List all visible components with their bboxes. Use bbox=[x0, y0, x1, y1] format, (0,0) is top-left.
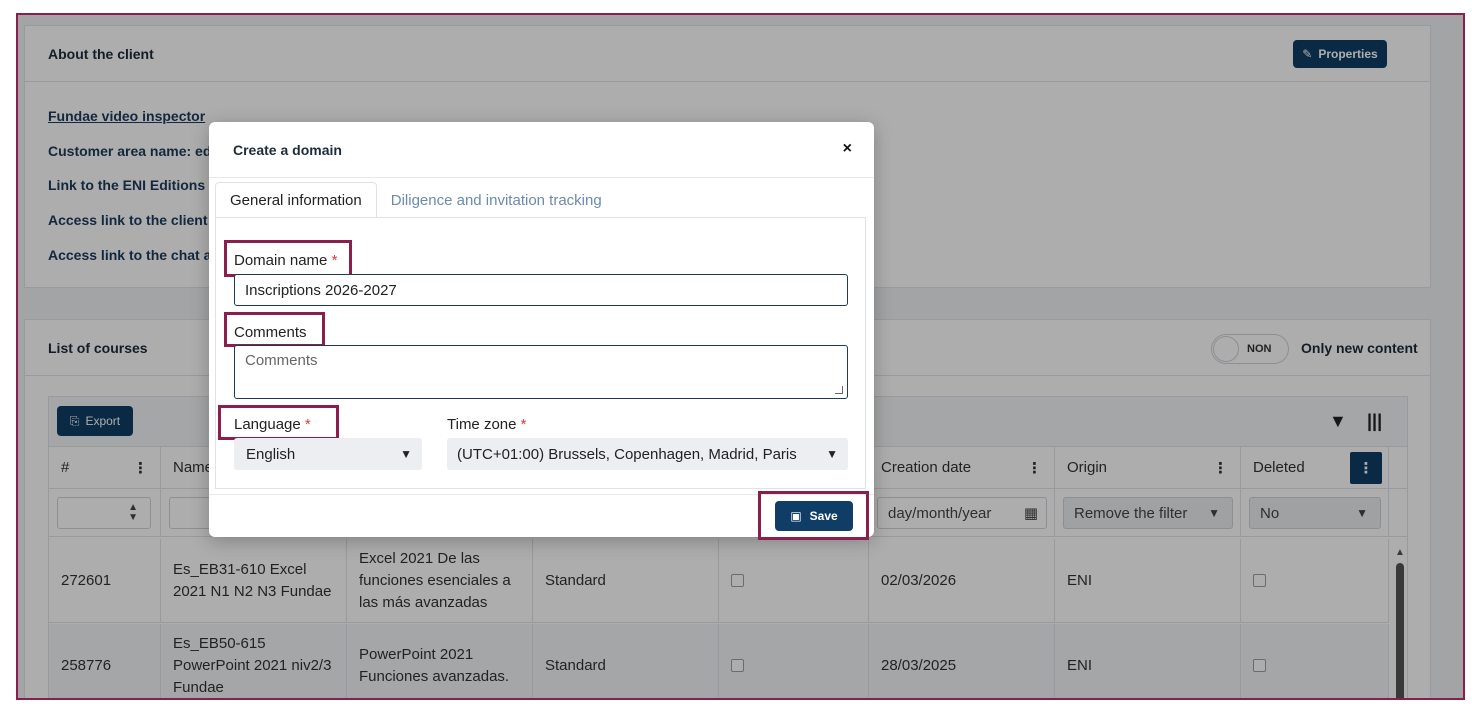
dialog-tabs: General information Diligence and invita… bbox=[215, 182, 616, 218]
language-value: English bbox=[246, 445, 296, 463]
language-select[interactable]: English ▼ bbox=[234, 438, 422, 470]
tab-panel: Domain name * Comments Comments Language… bbox=[215, 217, 866, 489]
chevron-down-icon: ▼ bbox=[826, 447, 838, 461]
highlight-box bbox=[224, 312, 325, 347]
tab-general-information[interactable]: General information bbox=[215, 182, 377, 218]
highlight-box bbox=[218, 405, 339, 440]
timezone-select[interactable]: (UTC+01:00) Brussels, Copenhagen, Madrid… bbox=[447, 438, 848, 470]
tab-diligence-tracking[interactable]: Diligence and invitation tracking bbox=[377, 182, 616, 218]
save-label: Save bbox=[809, 509, 838, 523]
floppy-disk-icon: ▣ bbox=[790, 509, 802, 523]
comments-textarea[interactable]: Comments bbox=[234, 345, 848, 399]
domain-name-input[interactable] bbox=[234, 274, 848, 306]
close-icon[interactable]: × bbox=[843, 140, 852, 158]
timezone-value: (UTC+01:00) Brussels, Copenhagen, Madrid… bbox=[457, 445, 797, 463]
label-text: Time zone bbox=[447, 416, 517, 433]
save-button[interactable]: ▣ Save bbox=[775, 501, 853, 531]
chevron-down-icon: ▼ bbox=[400, 447, 412, 461]
create-domain-dialog: Create a domain × General information Di… bbox=[209, 122, 874, 540]
screenshot-frame: About the client ✎ Properties Fundae vid… bbox=[16, 13, 1465, 700]
dialog-header: Create a domain × bbox=[209, 122, 874, 178]
dialog-title: Create a domain bbox=[233, 141, 342, 158]
timezone-label: Time zone * bbox=[447, 416, 527, 433]
comments-placeholder: Comments bbox=[245, 352, 318, 369]
resize-grip-icon[interactable] bbox=[835, 386, 843, 394]
highlight-box bbox=[224, 240, 352, 277]
required-mark: * bbox=[520, 416, 527, 433]
